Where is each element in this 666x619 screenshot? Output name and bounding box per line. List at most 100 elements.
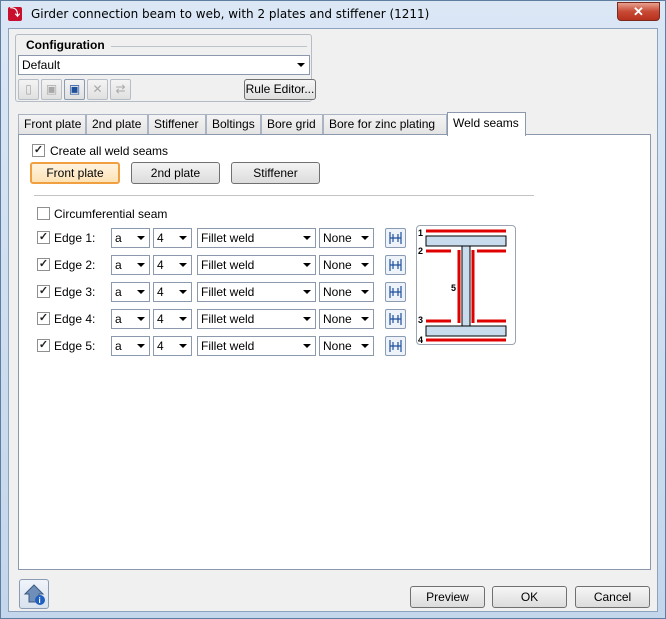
chevron-down-icon [361,263,369,267]
chevron-down-icon [303,317,311,321]
dialog-window: ⤵ Girder connection beam to web, with 2 … [0,0,666,619]
edge-5-size-value: 4 [157,339,164,353]
info-icon: i [23,584,45,605]
chevron-down-icon [137,344,145,348]
close-button[interactable]: ✕ [617,2,660,21]
edge-2-weld-symbol-button[interactable] [385,255,406,275]
edge-3-type-select[interactable]: a [111,282,150,302]
edge-2-weld-select[interactable]: Fillet weld [197,255,316,275]
configuration-select-value: Default [22,58,61,72]
refresh-icon: ⇄ [115,82,126,96]
chevron-down-icon [179,290,187,294]
edge-4-weld-symbol-button[interactable] [385,309,406,329]
edge-4-finish-value: None [323,312,352,326]
edge-5-label: Edge 5: [54,339,96,353]
svg-text:i: i [39,596,41,605]
chevron-down-icon [303,236,311,240]
edge-1-weld-value: Fillet weld [201,231,255,245]
save-icon: ▣ [45,82,58,96]
cancel-button[interactable]: Cancel [575,586,650,608]
info-button[interactable]: i [19,579,49,609]
configuration-select[interactable]: Default [18,55,310,75]
circumferential-seam-checkbox[interactable] [37,207,50,220]
2nd-plate-button[interactable]: 2nd plate [131,162,220,184]
chevron-down-icon [303,344,311,348]
edge-3-weld-symbol-button[interactable] [385,282,406,302]
tab-bore-grid[interactable]: Bore grid [261,114,323,134]
diagram-label-4: 4 [418,335,423,344]
edge-4-type-select[interactable]: a [111,309,150,329]
edge-5-weld-symbol-button[interactable] [385,336,406,356]
edge-1-type-value: a [115,231,122,245]
rule-editor-button[interactable]: Rule Editor... [244,79,316,100]
tab-weld-seams[interactable]: Weld seams [447,112,526,136]
edge-3-checkbox[interactable]: ✓ [37,285,50,298]
diagram-label-5: 5 [451,283,456,293]
edge-5-weld-select[interactable]: Fillet weld [197,336,316,356]
edge-5-finish-select[interactable]: None [319,336,374,356]
edge-2-finish-select[interactable]: None [319,255,374,275]
edge-1-finish-select[interactable]: None [319,228,374,248]
edge-1-weld-select[interactable]: Fillet weld [197,228,316,248]
save-as-config-button[interactable]: ▣ [64,79,85,100]
chevron-down-icon [137,317,145,321]
chevron-down-icon [303,263,311,267]
edge-5-size-select[interactable]: 4 [153,336,192,356]
edge-1-weld-symbol-button[interactable] [385,228,406,248]
edge-4-weld-select[interactable]: Fillet weld [197,309,316,329]
app-icon: ⤵ [8,7,22,21]
front-plate-button[interactable]: Front plate [30,162,120,184]
preview-button[interactable]: Preview [410,586,485,608]
new-document-icon: ▯ [25,82,32,96]
new-config-button[interactable]: ▯ [18,79,39,100]
delete-config-button[interactable]: ✕ [87,79,108,100]
tab-2nd-plate[interactable]: 2nd plate [86,114,148,134]
edge-4-type-value: a [115,312,122,326]
i-beam-diagram: 1 2 3 4 5 [418,228,507,345]
tab-front-plate[interactable]: Front plate [18,114,86,134]
weld-symbol-icon [389,259,402,271]
chevron-down-icon [179,317,187,321]
edge-1-checkbox[interactable]: ✓ [37,231,50,244]
edge-1-size-select[interactable]: 4 [153,228,192,248]
edge-3-label: Edge 3: [54,285,96,299]
edge-2-size-value: 4 [157,258,164,272]
edge-5-type-select[interactable]: a [111,336,150,356]
edge-2-type-select[interactable]: a [111,255,150,275]
edge-2-checkbox[interactable]: ✓ [37,258,50,271]
edge-3-weld-select[interactable]: Fillet weld [197,282,316,302]
edge-4-size-value: 4 [157,312,164,326]
edge-3-size-select[interactable]: 4 [153,282,192,302]
edge-3-finish-value: None [323,285,352,299]
edge-2-size-select[interactable]: 4 [153,255,192,275]
edge-3-size-value: 4 [157,285,164,299]
tab-stiffener[interactable]: Stiffener [148,114,206,134]
edge-3-finish-select[interactable]: None [319,282,374,302]
edge-4-checkbox[interactable]: ✓ [37,312,50,325]
edge-5-checkbox[interactable]: ✓ [37,339,50,352]
refresh-config-button[interactable]: ⇄ [110,79,131,100]
edge-1-type-select[interactable]: a [111,228,150,248]
tab-bore-zinc-plating[interactable]: Bore for zinc plating [323,114,447,134]
diagram-label-2: 2 [418,246,423,256]
save-as-icon: ▣ [68,82,81,96]
edge-3-weld-value: Fillet weld [201,285,255,299]
stiffener-button[interactable]: Stiffener [231,162,320,184]
tab-boltings[interactable]: Boltings [206,114,261,134]
edge-3-type-value: a [115,285,122,299]
create-all-weld-seams-label: Create all weld seams [50,144,169,158]
chevron-down-icon [137,236,145,240]
edge-4-finish-select[interactable]: None [319,309,374,329]
section-divider [34,195,534,196]
weld-symbol-icon [389,313,402,325]
ok-button[interactable]: OK [492,586,567,608]
chevron-down-icon [361,344,369,348]
edge-2-label: Edge 2: [54,258,96,272]
create-all-weld-seams-checkbox[interactable]: ✓ [32,144,45,157]
edge-5-weld-value: Fillet weld [201,339,255,353]
diagram-label-1: 1 [418,228,423,238]
chevron-down-icon [361,290,369,294]
edge-4-size-select[interactable]: 4 [153,309,192,329]
save-config-button[interactable]: ▣ [41,79,62,100]
title-bar: ⤵ Girder connection beam to web, with 2 … [1,1,665,27]
